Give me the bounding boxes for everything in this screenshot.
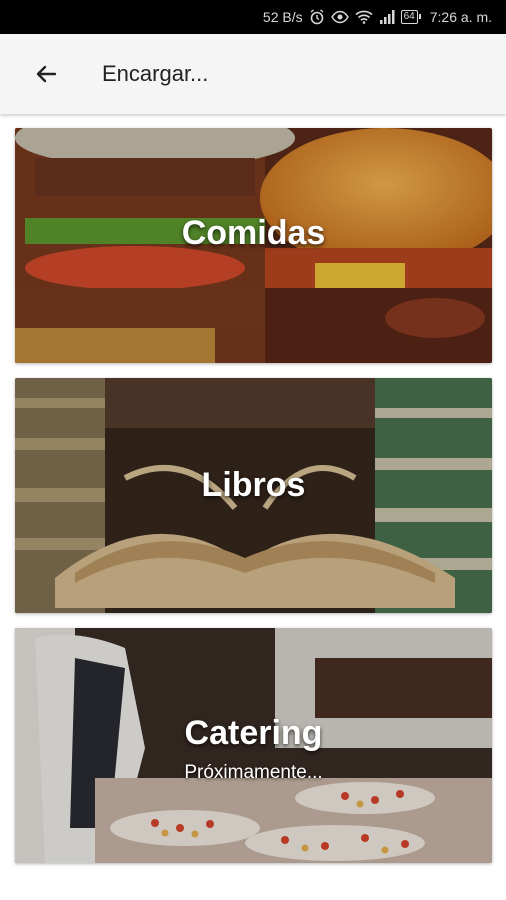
network-speed: 52 B/s: [262, 9, 303, 25]
wifi-icon: [355, 10, 373, 24]
clock: 7:26 a. m.: [429, 9, 492, 25]
card-libros[interactable]: Libros: [15, 378, 492, 613]
status-bar: 52 B/s 64 7:26 a. m.: [0, 0, 506, 34]
card-label: Catering: [184, 714, 323, 752]
signal-icon: [379, 10, 395, 24]
page-title: Encargar...: [102, 61, 209, 86]
back-button[interactable]: [32, 60, 60, 88]
card-subtitle: Próximamente...: [184, 762, 323, 783]
card-catering[interactable]: Catering Próximamente...: [15, 628, 492, 863]
eye-icon: [330, 10, 349, 24]
battery-level: 64: [403, 11, 415, 22]
battery-icon: 64: [400, 10, 421, 24]
alarm-icon: [309, 9, 325, 25]
card-label: Comidas: [181, 214, 326, 252]
app-bar: Encargar...: [0, 34, 506, 114]
card-comidas[interactable]: Comidas: [15, 128, 492, 363]
arrow-left-icon: [36, 65, 57, 83]
card-label: Libros: [201, 466, 306, 504]
